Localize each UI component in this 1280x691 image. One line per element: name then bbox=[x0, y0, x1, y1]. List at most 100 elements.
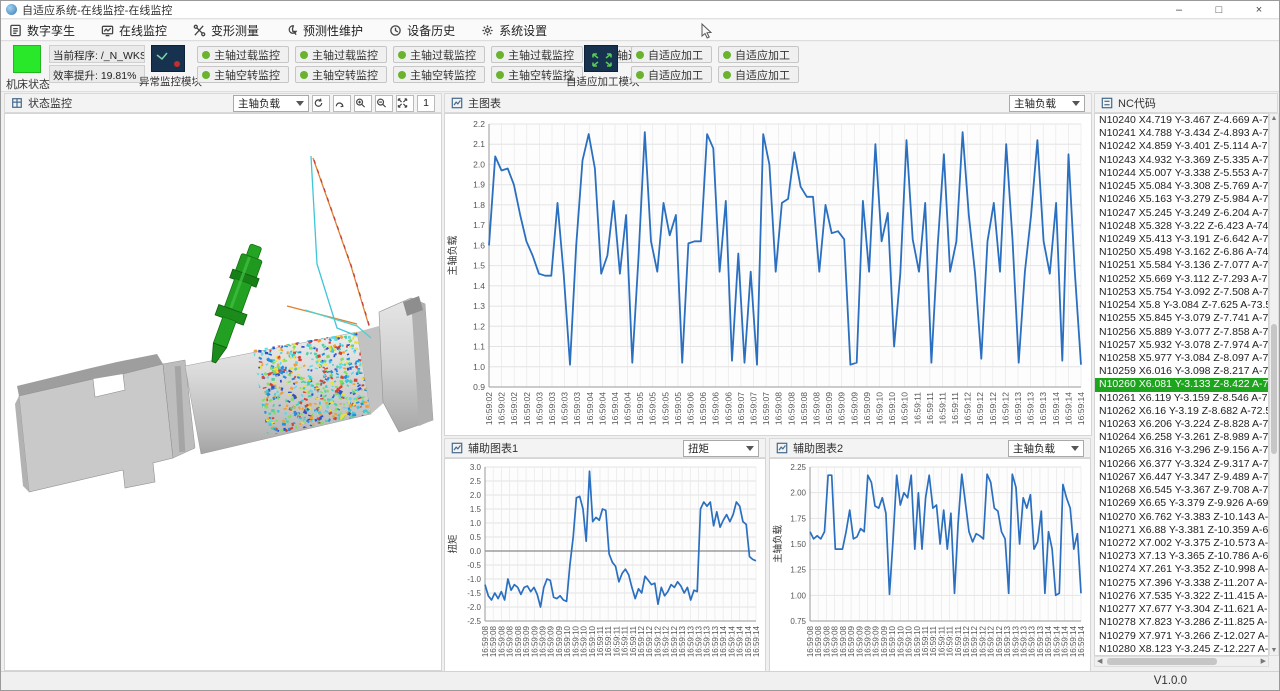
nc-code-line[interactable]: N10247 X5.245 Y-3.249 Z-6.204 A-74.701 bbox=[1095, 207, 1268, 220]
main-chart-dropdown[interactable]: 主轴负载 bbox=[1009, 95, 1085, 112]
nc-code-line[interactable]: N10273 X7.13 Y-3.365 Z-10.786 A-67.372 bbox=[1095, 550, 1268, 563]
nc-vertical-scrollbar[interactable]: ▲ ▼ bbox=[1269, 113, 1279, 656]
svg-text:16:59:05: 16:59:05 bbox=[673, 392, 683, 425]
nc-code-line[interactable]: N10243 X4.932 Y-3.369 Z-5.335 A-75.523 bbox=[1095, 154, 1268, 167]
nc-code-line[interactable]: N10250 X5.498 Y-3.162 Z-6.86 A-74.178 C bbox=[1095, 246, 1268, 259]
aux2-header: 辅助图表2 主轴负载 bbox=[769, 438, 1091, 458]
overload-monitor-button-4[interactable]: 主轴过载监控 bbox=[491, 46, 583, 63]
nc-code-line[interactable]: N10279 X7.971 Y-3.266 Z-12.027 A-62.98 bbox=[1095, 630, 1268, 643]
nc-code-line[interactable]: N10270 X6.762 Y-3.383 Z-10.143 A-69.34 bbox=[1095, 511, 1268, 524]
svg-text:-1.0: -1.0 bbox=[467, 575, 481, 584]
nc-code-line[interactable]: N10244 X5.007 Y-3.338 Z-5.553 A-75.297 bbox=[1095, 167, 1268, 180]
aux-chart-2[interactable]: 0.751.001.251.501.752.002.2516:59:0816:5… bbox=[769, 458, 1091, 674]
svg-text:1.0: 1.0 bbox=[470, 519, 482, 528]
menu-digital-twin[interactable]: 数字孪生 bbox=[9, 22, 75, 39]
nc-code-line[interactable]: N10264 X6.258 Y-3.261 Z-8.989 A-72.072 bbox=[1095, 431, 1268, 444]
nc-code-line[interactable]: N10246 X5.163 Y-3.279 Z-5.984 A-74.892 bbox=[1095, 193, 1268, 206]
nc-code-line[interactable]: N10265 X6.316 Y-3.296 Z-9.156 A-71.771 bbox=[1095, 444, 1268, 457]
nc-horizontal-scrollbar[interactable]: ◀ ▶ bbox=[1094, 656, 1269, 667]
overload-monitor-button-2[interactable]: 主轴过载监控 bbox=[295, 46, 387, 63]
menu-deformation[interactable]: 变形测量 bbox=[193, 22, 259, 39]
status-view-dropdown[interactable]: 主轴负载 bbox=[233, 95, 309, 112]
nc-code-line[interactable]: N10269 X6.65 Y-3.379 Z-9.926 A-69.947 C bbox=[1095, 497, 1268, 510]
nc-code-line[interactable]: N10261 X6.119 Y-3.159 Z-8.546 A-72.701 bbox=[1095, 392, 1268, 405]
scrollbar-thumb[interactable] bbox=[1271, 324, 1277, 454]
nc-code-line[interactable]: N10262 X6.16 Y-3.19 Z-8.682 A-72.534 C bbox=[1095, 405, 1268, 418]
adaptive-machining-button-1[interactable]: 自适应加工 bbox=[631, 46, 712, 63]
zoom-in-button[interactable] bbox=[354, 95, 372, 112]
nc-code-line[interactable]: N10241 X4.788 Y-3.434 Z-4.893 A-76.062 bbox=[1095, 127, 1268, 140]
nc-code-line[interactable]: N10253 X5.754 Y-3.092 Z-7.508 A-73.677 bbox=[1095, 286, 1268, 299]
menu-device-history[interactable]: 设备历史 bbox=[389, 22, 455, 39]
adaptive-machining-button-b-1[interactable]: 自适应加工 bbox=[631, 66, 712, 83]
nc-code-line[interactable]: N10263 X6.206 Y-3.224 Z-8.828 A-72.33 C bbox=[1095, 418, 1268, 431]
svg-text:2.0: 2.0 bbox=[470, 491, 482, 500]
aux2-dropdown[interactable]: 主轴负载 bbox=[1008, 440, 1084, 457]
svg-text:16:59:04: 16:59:04 bbox=[623, 392, 633, 425]
status-dot bbox=[496, 71, 504, 79]
svg-text:16:59:08: 16:59:08 bbox=[786, 392, 796, 425]
svg-text:16:59:03: 16:59:03 bbox=[534, 392, 544, 425]
rotate-view-button[interactable] bbox=[312, 95, 330, 112]
adaptive-machining-button-2[interactable]: 自适应加工 bbox=[718, 46, 799, 63]
model-viewport[interactable] bbox=[4, 113, 442, 671]
menu-predictive-maintenance[interactable]: 预测性维护 bbox=[285, 22, 363, 39]
nc-code-line[interactable]: N10242 X4.859 Y-3.401 Z-5.114 A-75.775 bbox=[1095, 140, 1268, 153]
svg-text:16:59:12: 16:59:12 bbox=[1000, 392, 1010, 425]
minimize-button[interactable]: – bbox=[1159, 1, 1199, 19]
status-dot bbox=[496, 51, 504, 59]
adaptive-module-icon[interactable] bbox=[584, 45, 618, 72]
scale-value-box[interactable]: 1 bbox=[417, 95, 435, 112]
nc-code-line[interactable]: N10266 X6.377 Y-3.324 Z-9.317 A-71.443 bbox=[1095, 458, 1268, 471]
nc-code-line[interactable]: N10255 X5.845 Y-3.079 Z-7.741 A-73.458 bbox=[1095, 312, 1268, 325]
nc-code-line[interactable]: N10257 X5.932 Y-3.078 Z-7.974 A-73.243 bbox=[1095, 339, 1268, 352]
nc-code-line[interactable]: N10280 X8.123 Y-3.245 Z-12.227 A-62.23 bbox=[1095, 643, 1268, 656]
menu-system-settings[interactable]: 系统设置 bbox=[481, 22, 547, 39]
overload-monitor-button-1[interactable]: 主轴过载监控 bbox=[197, 46, 289, 63]
idle-monitor-button-3[interactable]: 主轴空转监控 bbox=[393, 66, 485, 83]
nc-code-line[interactable]: N10274 X7.261 Y-3.352 Z-10.998 A-66.67 bbox=[1095, 563, 1268, 576]
line-chart-icon bbox=[451, 97, 463, 109]
nc-code-line[interactable]: N10267 X6.447 Y-3.347 Z-9.489 A-71.055 bbox=[1095, 471, 1268, 484]
nc-code-line[interactable]: N10258 X5.977 Y-3.084 Z-8.097 A-73.138 bbox=[1095, 352, 1268, 365]
maximize-button[interactable]: □ bbox=[1199, 1, 1239, 19]
aux1-header: 辅助图表1 扭矩 bbox=[444, 438, 766, 458]
idle-monitor-button-2[interactable]: 主轴空转监控 bbox=[295, 66, 387, 83]
close-button[interactable]: × bbox=[1239, 1, 1279, 19]
aux1-dropdown[interactable]: 扭矩 bbox=[683, 440, 759, 457]
nc-code-line[interactable]: N10249 X5.413 Y-3.191 Z-6.642 A-74.346 bbox=[1095, 233, 1268, 246]
nc-code-line[interactable]: N10251 X5.584 Y-3.136 Z-7.077 A-74.012 bbox=[1095, 259, 1268, 272]
svg-text:16:59:02: 16:59:02 bbox=[497, 392, 507, 425]
zoom-out-button[interactable] bbox=[375, 95, 393, 112]
pan-view-button[interactable] bbox=[333, 95, 351, 112]
idle-monitor-button-1[interactable]: 主轴空转监控 bbox=[197, 66, 289, 83]
overload-monitor-button-3[interactable]: 主轴过载监控 bbox=[393, 46, 485, 63]
nc-code-line[interactable]: N10259 X6.016 Y-3.098 Z-8.217 A-73.036 bbox=[1095, 365, 1268, 378]
menu-online-monitoring[interactable]: 在线监控 bbox=[101, 22, 167, 39]
scrollbar-thumb[interactable] bbox=[1107, 658, 1217, 665]
nc-code-line[interactable]: N10276 X7.535 Y-3.322 Z-11.415 A-65.22 bbox=[1095, 590, 1268, 603]
nc-code-line[interactable]: N10278 X7.823 Y-3.286 Z-11.825 A-63.73 bbox=[1095, 616, 1268, 629]
nc-code-line[interactable]: N10240 X4.719 Y-3.467 Z-4.669 A-76.396 bbox=[1095, 114, 1268, 127]
svg-text:2.00: 2.00 bbox=[790, 489, 806, 498]
nc-code-line[interactable]: N10272 X7.002 Y-3.375 Z-10.573 A-68.05 bbox=[1095, 537, 1268, 550]
svg-text:1.50: 1.50 bbox=[790, 540, 806, 549]
aux-chart-1[interactable]: -2.5-2.0-1.5-1.0-0.50.00.51.01.52.02.53.… bbox=[444, 458, 766, 674]
nc-code-line[interactable]: N10275 X7.396 Y-3.338 Z-11.207 A-65.95 bbox=[1095, 577, 1268, 590]
nc-code-line[interactable]: N10245 X5.084 Y-3.308 Z-5.769 A-75.088 bbox=[1095, 180, 1268, 193]
nc-code-line[interactable]: N10271 X6.88 Y-3.381 Z-10.359 A-68.711 bbox=[1095, 524, 1268, 537]
nc-code-line[interactable]: N10254 X5.8 Y-3.084 Z-7.625 A-73.571 C bbox=[1095, 299, 1268, 312]
nc-code-line[interactable]: N10252 X5.669 Y-3.112 Z-7.293 A-73.844 bbox=[1095, 273, 1268, 286]
nc-code-line[interactable]: N10256 X5.889 Y-3.077 Z-7.858 A-73.348 bbox=[1095, 326, 1268, 339]
adaptive-machining-button-b-2[interactable]: 自适应加工 bbox=[718, 66, 799, 83]
nc-code-line[interactable]: N10248 X5.328 Y-3.22 Z-6.423 A-74.52 C bbox=[1095, 220, 1268, 233]
svg-text:16:59:07: 16:59:07 bbox=[761, 392, 771, 425]
nc-code-list[interactable]: N10240 X4.719 Y-3.467 Z-4.669 A-76.396N1… bbox=[1094, 113, 1269, 656]
svg-text:0.9: 0.9 bbox=[473, 382, 485, 392]
fit-view-button[interactable] bbox=[396, 95, 414, 112]
nc-code-line[interactable]: N10260 X6.081 Y-3.133 Z-8.422 A-72.835 bbox=[1095, 378, 1268, 391]
nc-code-line[interactable]: N10268 X6.545 Y-3.367 Z-9.708 A-70.519 bbox=[1095, 484, 1268, 497]
main-chart[interactable]: 0.91.01.11.21.31.41.51.61.71.81.92.02.12… bbox=[444, 113, 1092, 436]
nc-code-line[interactable]: N10277 X7.677 Y-3.304 Z-11.621 A-64.48 bbox=[1095, 603, 1268, 616]
abnormal-module-icon[interactable] bbox=[151, 45, 185, 72]
